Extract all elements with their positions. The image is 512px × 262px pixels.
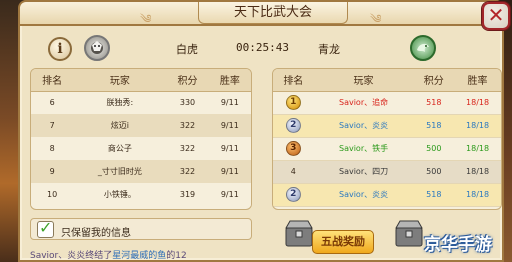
rank-cell: 1 <box>273 91 314 115</box>
table-row: 10 小铁锤。 319 9/11 <box>31 183 251 206</box>
winrate-cell: 9/11 <box>208 91 251 114</box>
column-header-winrate: 胜率 <box>454 69 501 92</box>
rank-medal-icon: 3 <box>285 141 301 156</box>
table-row: 4 Savior、四刀 500 18/18 <box>273 160 501 184</box>
player-cell: Savior、四刀 <box>313 160 414 184</box>
winrate-cell: 9/11 <box>208 114 251 137</box>
score-cell: 319 <box>166 183 209 206</box>
column-header-score: 积分 <box>166 69 209 92</box>
winrate-cell: 18/18 <box>454 160 501 184</box>
site-watermark: 京华手游 <box>424 235 492 255</box>
swirl-ornament-icon: ༄ <box>370 12 382 26</box>
column-header-rank: 排名 <box>273 69 314 92</box>
table-row: 1 Savior、追命 518 18/18 <box>273 91 501 115</box>
score-cell: 322 <box>166 137 209 160</box>
table-row: 7 炫迈i 322 9/11 <box>31 114 251 137</box>
ticker-text: 终结了 <box>85 251 113 261</box>
winrate-cell: 9/11 <box>208 183 251 206</box>
five-battle-reward-button[interactable]: 五战奖励 <box>312 230 374 254</box>
window-title: 天下比武大会 <box>198 2 348 24</box>
score-cell: 518 <box>413 183 455 207</box>
column-header-rank: 排名 <box>31 69 74 92</box>
title-bar: ༄ 天下比武大会 ༄ <box>18 0 504 26</box>
ticker-target: 星河最威的鱼 <box>112 251 167 261</box>
score-cell: 330 <box>166 91 209 114</box>
score-cell: 322 <box>166 114 209 137</box>
rank-cell: 2 <box>273 183 314 207</box>
checkmark-icon: ✓ <box>39 218 53 237</box>
white-tiger-emblem-icon <box>84 35 110 61</box>
rank-number: 4 <box>290 167 296 176</box>
player-cell: Savior、炎炎 <box>313 114 414 138</box>
winrate-cell: 18/18 <box>454 183 501 207</box>
rank-cell: 10 <box>31 183 74 206</box>
rank-cell: 6 <box>31 91 74 114</box>
rank-cell: 8 <box>31 137 74 160</box>
close-button[interactable]: ✕ <box>482 2 510 30</box>
player-cell: 小铁锤。 <box>73 183 167 206</box>
info-button[interactable]: i <box>48 37 72 61</box>
rank-cell: 2 <box>273 114 314 138</box>
keep-my-info-toggle[interactable]: ✓ 只保留我的信息 <box>30 218 252 240</box>
column-header-player: 玩家 <box>73 69 167 92</box>
ticker-tail: 的12 <box>166 251 187 261</box>
player-cell: _寸寸旧时光 <box>73 160 167 183</box>
left-team-ranking-table: 排名 玩家 积分 胜率 6 朕独秀: 330 9/11 7 炫迈i 322 9/… <box>30 68 252 210</box>
reward-chest-icon[interactable] <box>392 216 426 250</box>
player-cell: Savior、追命 <box>313 91 414 115</box>
player-cell: 商公子 <box>73 137 167 160</box>
column-header-score: 积分 <box>413 69 455 92</box>
match-timer: 00:25:43 <box>236 41 289 54</box>
score-cell: 500 <box>413 137 455 161</box>
keep-my-info-label: 只保留我的信息 <box>61 228 131 239</box>
score-cell: 322 <box>166 160 209 183</box>
rank-cell: 3 <box>273 137 314 161</box>
rank-cell: 4 <box>273 160 314 184</box>
column-header-winrate: 胜率 <box>208 69 251 92</box>
keep-my-info-checkbox[interactable]: ✓ <box>37 218 54 238</box>
rank-medal-icon: 1 <box>285 95 301 110</box>
player-cell: Savior、铁手 <box>313 137 414 161</box>
score-cell: 518 <box>413 114 455 138</box>
player-cell: 朕独秀: <box>73 91 167 114</box>
score-cell: 500 <box>413 160 455 184</box>
ticker-player: Savior、炎炎 <box>30 251 86 261</box>
winrate-cell: 9/11 <box>208 137 251 160</box>
winrate-cell: 18/18 <box>454 137 501 161</box>
score-cell: 518 <box>413 91 455 115</box>
reward-chest-icon[interactable] <box>282 216 316 250</box>
left-team-name: 白虎 <box>176 43 198 56</box>
rank-medal-icon: 2 <box>285 118 301 133</box>
azure-dragon-emblem-icon <box>410 35 436 61</box>
winrate-cell: 18/18 <box>454 91 501 115</box>
player-cell: 炫迈i <box>73 114 167 137</box>
column-header-player: 玩家 <box>313 69 414 92</box>
player-cell: Savior、炎炎 <box>313 183 414 207</box>
table-row: 2 Savior、炎炎 518 18/18 <box>273 183 501 207</box>
table-row: 8 商公子 322 9/11 <box>31 137 251 160</box>
table-row: 9 _寸寸旧时光 322 9/11 <box>31 160 251 183</box>
rank-cell: 7 <box>31 114 74 137</box>
rank-medal-icon: 2 <box>285 187 301 202</box>
right-team-name: 青龙 <box>318 43 340 56</box>
table-row: 6 朕独秀: 330 9/11 <box>31 91 251 114</box>
swirl-ornament-icon: ༄ <box>140 12 152 26</box>
table-row: 2 Savior、炎炎 518 18/18 <box>273 114 501 138</box>
kill-feed-ticker: Savior、炎炎终结了星河最威的鱼的12 <box>30 248 270 262</box>
winrate-cell: 18/18 <box>454 114 501 138</box>
right-team-ranking-table: 排名 玩家 积分 胜率 1 Savior、追命 518 18/18 2 Savior、炎炎… <box>272 68 502 210</box>
table-row: 3 Savior、铁手 500 18/18 <box>273 137 501 161</box>
rank-cell: 9 <box>31 160 74 183</box>
winrate-cell: 9/11 <box>208 160 251 183</box>
